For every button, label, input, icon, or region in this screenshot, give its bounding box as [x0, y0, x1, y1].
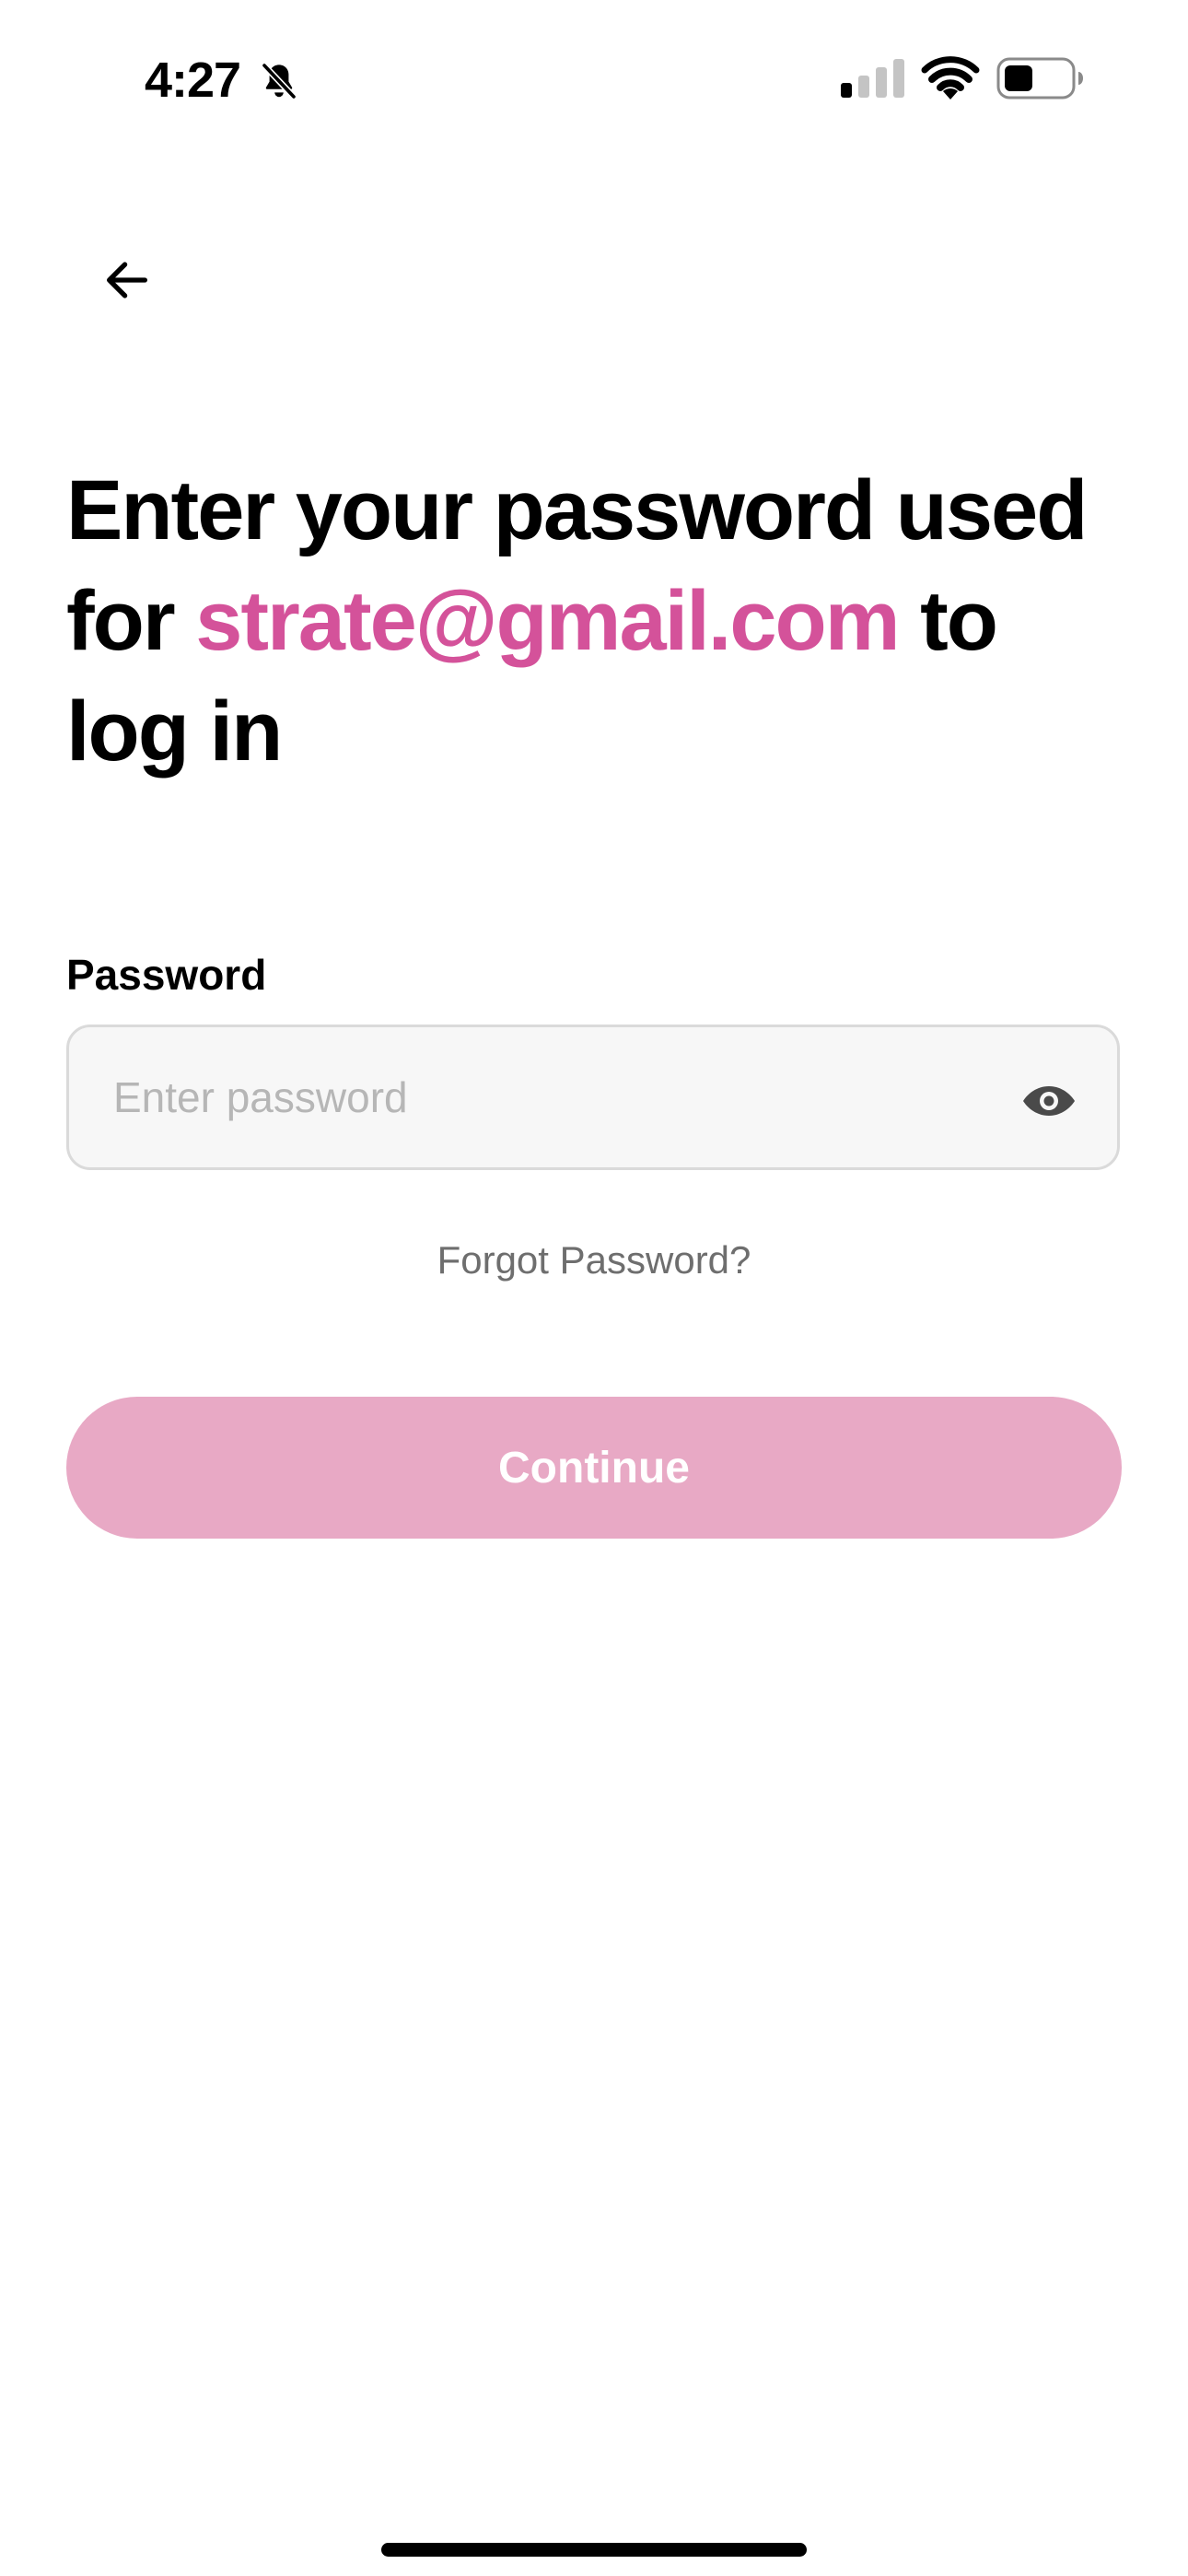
password-field[interactable]	[66, 1025, 1120, 1170]
status-time: 4:27	[145, 53, 241, 108]
password-visibility-toggle[interactable]	[1005, 1068, 1093, 1134]
back-button[interactable]	[88, 241, 166, 319]
status-bar: 4:27	[0, 0, 1188, 157]
password-input[interactable]	[113, 1027, 997, 1167]
page-title: Enter your password used for strate@gmai…	[66, 455, 1135, 787]
battery-icon	[996, 57, 1083, 100]
cellular-signal-icon	[841, 59, 904, 98]
account-email: strate@gmail.com	[195, 574, 900, 668]
eye-icon	[1023, 1086, 1075, 1116]
forgot-password-link[interactable]: Forgot Password?	[0, 1233, 1188, 1288]
bell-slash-icon	[261, 62, 297, 100]
password-label: Password	[66, 951, 267, 999]
arrow-left-icon	[107, 262, 147, 299]
wifi-icon	[921, 56, 980, 100]
home-indicator[interactable]	[381, 2543, 807, 2557]
continue-button[interactable]: Continue	[66, 1397, 1122, 1539]
